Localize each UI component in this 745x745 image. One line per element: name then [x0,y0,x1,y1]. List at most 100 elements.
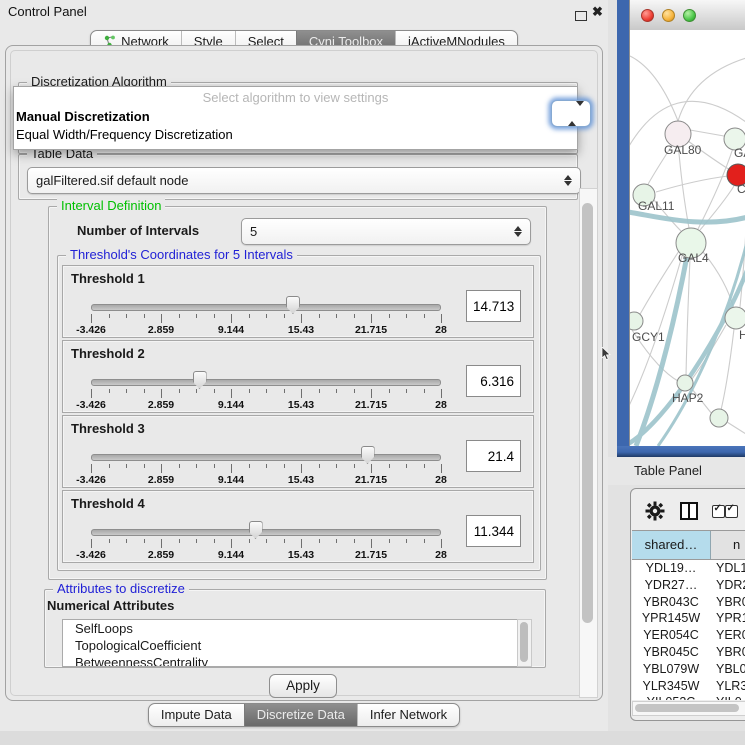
column-header-shared-name[interactable]: shared… [632,531,711,559]
scrollbar-thumb[interactable] [520,622,528,662]
num-intervals-label: Number of Intervals [77,223,199,238]
cell[interactable]: YBR0 [710,594,745,611]
column-layout-icon[interactable] [680,502,698,520]
tab-impute-data[interactable]: Impute Data [149,704,244,726]
num-intervals-combobox[interactable]: 5 [241,218,531,245]
slider-track[interactable] [91,304,441,311]
panel-vertical-scrollbar[interactable] [579,188,598,698]
threshold-value-field[interactable] [466,365,521,397]
table-row[interactable]: YDL19…YDL1 [632,560,745,577]
tick-label: 28 [435,399,447,411]
table-row[interactable]: YBR043CYBR0 [632,594,745,611]
tick-mark [91,389,92,398]
threshold-slider[interactable]: -3.4262.8599.14415.4321.71528 [91,369,441,409]
cell[interactable]: YBL079W [632,661,710,678]
table-horizontal-scrollbar[interactable] [632,701,745,716]
tab-discretize-data[interactable]: Discretize Data [244,704,357,726]
close-traffic-light-icon[interactable] [641,9,654,22]
network-canvas[interactable]: GAL80 GA C GAL11 GAL4 GCY1 H HAP2 [630,30,745,446]
tick-mark [389,464,390,468]
tick-mark [109,539,110,543]
table-row[interactable]: YIL052CYIL0 [632,694,745,700]
tick-mark [231,464,232,473]
attributes-list-scrollbar[interactable] [517,619,532,667]
tick-mark [196,389,197,393]
slider-ticks [91,464,441,473]
cell[interactable]: YLR345W [632,678,710,695]
slider-thumb[interactable] [361,446,375,464]
zoom-traffic-light-icon[interactable] [683,9,696,22]
slider-thumb[interactable] [286,296,300,314]
cell[interactable]: YDL19… [632,560,710,577]
threshold-slider[interactable]: -3.4262.8599.14415.4321.71528 [91,294,441,334]
cell[interactable]: YBR045C [632,644,710,661]
tick-mark [161,314,162,323]
cell[interactable]: YPR145W [632,610,710,627]
tick-label: 15.43 [288,399,314,411]
cell[interactable]: YER054C [632,627,710,644]
cell[interactable]: YIL052C [632,694,710,700]
table-row[interactable]: YBL079WYBL0 [632,661,745,678]
cell[interactable]: YER0 [710,627,745,644]
tick-mark [214,314,215,318]
network-window-titlebar[interactable] [630,0,745,31]
tick-mark [319,539,320,543]
tick-mark [406,539,407,543]
cell[interactable]: YDR27… [632,577,710,594]
threshold-label: Threshold 1 [71,271,145,286]
scrollbar-thumb[interactable] [582,203,593,623]
threshold-slider[interactable]: -3.4262.8599.14415.4321.71528 [91,444,441,484]
slider-thumb[interactable] [193,371,207,389]
table-row[interactable]: YER054CYER0 [632,627,745,644]
threshold-slider[interactable]: -3.4262.8599.14415.4321.71528 [91,519,441,559]
close-icon[interactable]: ✖ [592,4,603,20]
table-row[interactable]: YBR045CYBR0 [632,644,745,661]
cell[interactable]: YDR2 [710,577,745,594]
control-panel-titlebar: Control Panel ✖ [0,0,608,24]
checkbox-icon[interactable] [725,505,738,518]
tick-mark [266,389,267,393]
tick-mark [249,539,250,543]
cell[interactable]: YIL0 [710,694,745,700]
threshold-value-field[interactable] [466,515,521,547]
table-row[interactable]: YDR27…YDR2 [632,577,745,594]
cell[interactable]: YBR0 [710,644,745,661]
node-h [725,307,745,329]
slider-track[interactable] [91,379,441,386]
tick-label: 2.859 [148,399,174,411]
attributes-list[interactable]: SelfLoops TopologicalCoefficient Between… [62,619,518,667]
slider-thumb[interactable] [249,521,263,539]
tick-label: -3.426 [76,399,106,411]
list-item[interactable]: SelfLoops [63,620,517,637]
minimize-traffic-light-icon[interactable] [662,9,675,22]
table-row[interactable]: YLR345WYLR3 [632,678,745,695]
checkbox-icon[interactable] [712,505,725,518]
tick-mark [301,389,302,398]
tick-label: 21.715 [355,324,387,336]
algorithm-combobox-focused[interactable] [551,100,591,127]
cell[interactable]: YPR1 [710,610,745,627]
cell[interactable]: YDL1 [710,560,745,577]
list-item[interactable]: TopologicalCoefficient [63,637,517,654]
float-panel-icon[interactable] [575,11,587,21]
node-label-gal11: GAL11 [638,199,675,213]
cell[interactable]: YLR3 [710,678,745,695]
table-data-combobox[interactable]: galFiltered.sif default node [27,167,581,194]
dropdown-option-equal-width[interactable]: Equal Width/Frequency Discretization [14,126,577,144]
cell[interactable]: YBR043C [632,594,710,611]
scrollbar-thumb[interactable] [635,704,739,712]
node-label-gal80: GAL80 [664,143,702,157]
slider-track[interactable] [91,454,441,461]
threshold-value-field[interactable] [466,440,521,472]
threshold-value-field[interactable] [466,290,521,322]
table-row[interactable]: YPR145WYPR1 [632,610,745,627]
apply-button[interactable]: Apply [269,674,337,698]
column-header-name[interactable]: n [711,531,745,559]
dropdown-option-manual[interactable]: Manual Discretization [14,108,577,126]
slider-track[interactable] [91,529,441,536]
gear-icon[interactable] [645,501,665,521]
cell[interactable]: YBL0 [710,661,745,678]
tick-mark [424,464,425,468]
tab-infer-network[interactable]: Infer Network [357,704,459,726]
list-item[interactable]: BetweennessCentrality [63,654,517,667]
